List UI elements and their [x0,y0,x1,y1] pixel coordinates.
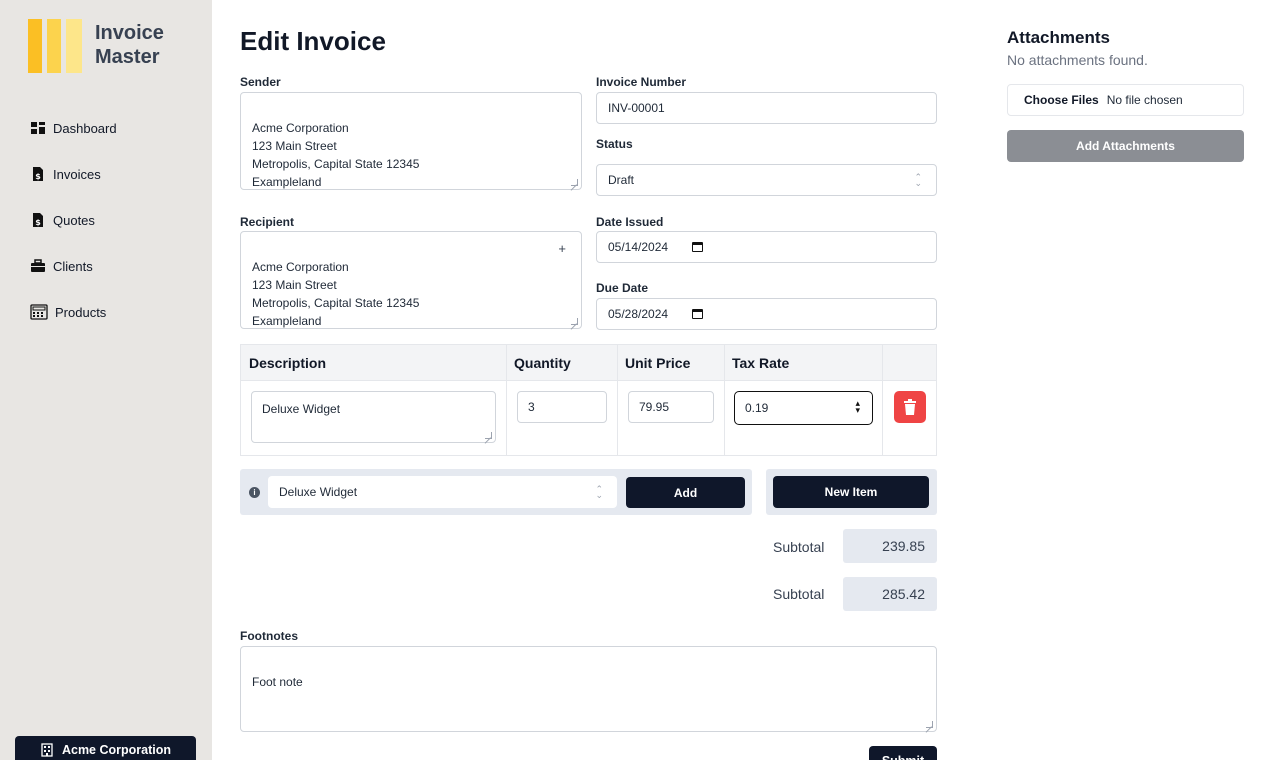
add-product-panel: i Deluxe Widget ⌃ ⌄ Add [240,469,752,515]
svg-text:$: $ [35,172,41,181]
column-divider [724,345,725,455]
invoice-number-input[interactable]: INV-00001 [596,92,937,124]
item-description-input[interactable]: Deluxe Widget [251,391,496,443]
status-label: Status [596,137,633,151]
page-title: Edit Invoice [240,26,386,56]
sidebar-item-quotes[interactable]: $ Quotes [30,210,117,230]
date-issued-label: Date Issued [596,215,664,229]
resize-grip-icon[interactable] [571,318,578,325]
sidebar-item-label: Dashboard [53,120,117,136]
building-icon [40,743,54,757]
invoice-file-icon: $ [30,166,46,182]
product-select-value: Deluxe Widget [279,485,358,499]
sidebar-item-label: Invoices [53,166,101,182]
new-item-panel: New Item [766,469,937,515]
sender-label: Sender [240,75,281,89]
column-header-tax-rate: Tax Rate [732,355,790,371]
product-select[interactable]: Deluxe Widget ⌃ ⌄ [268,476,617,508]
delete-item-button[interactable] [894,391,926,423]
no-file-chosen-text: No file chosen [1106,93,1183,107]
recipient-textarea[interactable]: Acme Corporation 123 Main Street Metropo… [240,231,582,329]
status-value: Draft [608,173,635,187]
date-issued-input[interactable]: 05/14/2024 [596,231,937,263]
footnotes-text: Foot note [252,675,303,689]
logo-mark-icon [28,19,82,73]
sidebar-item-products[interactable]: Products [30,302,117,322]
sender-text: Acme Corporation 123 Main Street Metropo… [252,121,420,189]
app-name-line2: Master [95,46,160,68]
number-spinner-icon[interactable]: ▴ ▾ [855,399,860,415]
sidebar-item-label: Products [55,304,107,320]
info-icon[interactable]: i [249,487,260,498]
sidebar: Invoice Master Dashboard $ Invoices $ Qu… [0,0,212,760]
company-switcher-button[interactable]: Acme Corporation [15,736,196,760]
item-description-value: Deluxe Widget [262,402,341,416]
footnotes-textarea[interactable]: Foot note [240,646,937,732]
sidebar-item-clients[interactable]: Clients [30,256,117,276]
recipient-label: Recipient [240,215,295,229]
svg-text:$: $ [35,218,41,227]
calendar-icon[interactable] [692,242,704,252]
sidebar-item-invoices[interactable]: $ Invoices [30,164,117,184]
sender-textarea[interactable]: Acme Corporation 123 Main Street Metropo… [240,92,582,190]
column-divider [882,345,883,455]
item-tax-rate-value: 0.19 [745,401,769,415]
invoice-number-value: INV-00001 [608,101,665,115]
choose-files-button[interactable]: Choose Files [1024,93,1099,107]
due-date-input[interactable]: 05/28/2024 [596,298,937,330]
calendar-icon[interactable] [692,309,704,319]
company-name: Acme Corporation [61,743,172,757]
sidebar-item-dashboard[interactable]: Dashboard [30,118,117,138]
app-name-line1: Invoice [95,22,164,44]
line-items-table: Description Quantity Unit Price Tax Rate… [240,344,937,456]
total-value: 285.42 [843,577,937,611]
sidebar-item-label: Quotes [53,212,95,228]
item-quantity-input[interactable]: 3 [517,391,607,423]
recipient-text: Acme Corporation 123 Main Street Metropo… [252,260,420,328]
column-header-unit-price: Unit Price [625,355,691,371]
date-issued-value: 05/14/2024 [608,240,669,254]
column-header-description: Description [249,355,327,371]
column-header-quantity: Quantity [514,355,571,371]
table-header: Description Quantity Unit Price Tax Rate [241,345,936,381]
resize-grip-icon[interactable] [485,432,492,439]
attachments-title: Attachments [1007,28,1110,47]
invoice-number-label: Invoice Number [596,75,687,89]
footnotes-label: Footnotes [240,629,298,643]
resize-grip-icon[interactable] [926,721,933,728]
add-product-button[interactable]: Add [626,477,745,508]
calculator-icon [30,304,48,320]
dashboard-icon [30,120,46,136]
chevron-updown-icon: ⌃ ⌄ [914,172,922,188]
add-recipient-plus-icon[interactable]: + [558,240,566,258]
due-date-value: 05/28/2024 [608,307,669,321]
sidebar-nav: Dashboard $ Invoices $ Quotes Clients Pr… [30,118,117,348]
status-select[interactable]: Draft ⌃ ⌄ [596,164,937,196]
attachments-empty-text: No attachments found. [1007,52,1148,68]
resize-grip-icon[interactable] [571,179,578,186]
trash-icon [904,399,916,415]
app-name: Invoice Master [95,21,164,69]
file-input[interactable]: Choose Files No file chosen [1007,84,1244,116]
sidebar-item-label: Clients [53,258,93,274]
chevron-updown-icon: ⌃ ⌄ [595,484,603,500]
subtotal-label: Subtotal [773,539,825,555]
new-item-button[interactable]: New Item [773,476,929,508]
briefcase-icon [30,258,46,274]
app-logo[interactable]: Invoice Master [28,19,164,73]
item-quantity-value: 3 [528,400,535,414]
submit-button[interactable]: Submit [869,746,937,760]
item-tax-rate-input[interactable]: 0.19 ▴ ▾ [734,391,873,425]
subtotal-value: 239.85 [843,529,937,563]
item-unit-price-input[interactable]: 79.95 [628,391,714,423]
column-divider [617,345,618,455]
total-label: Subtotal [773,586,825,602]
column-divider [506,345,507,455]
quote-file-icon: $ [30,212,46,228]
item-unit-price-value: 79.95 [639,400,670,414]
add-attachments-button[interactable]: Add Attachments [1007,130,1244,162]
due-date-label: Due Date [596,281,649,295]
